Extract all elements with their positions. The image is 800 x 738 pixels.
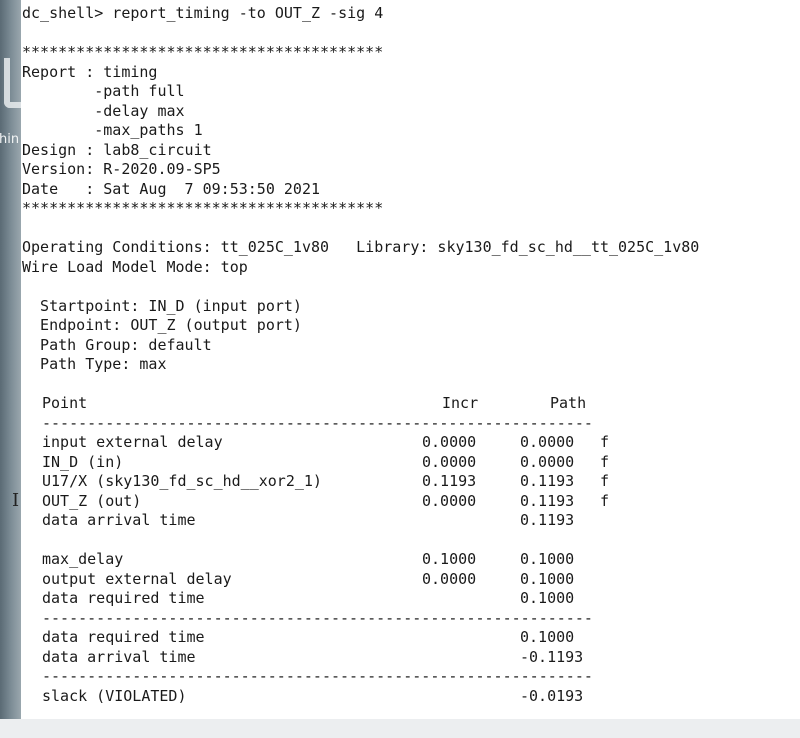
report-header-line: Report : timing (22, 62, 158, 81)
table-row: input external delay 0.0000 0.0000 f (22, 433, 782, 453)
path-info-line: Path Type: max (22, 355, 167, 373)
table-cell-point: OUT_Z (out) (42, 491, 142, 510)
table-cell-incr: 0.1000 (422, 550, 477, 568)
header-path: Path (550, 394, 587, 412)
table-cell-point: input external delay (42, 433, 223, 451)
table-separator: ----------------------------------------… (42, 413, 593, 432)
report-border-top: **************************************** (22, 43, 384, 61)
table-cell-incr: 0.0000 (422, 491, 477, 510)
table-cell-incr: 0.0000 (422, 433, 477, 451)
table-cell-path: 0.1193 (520, 472, 575, 490)
table-cell-point: data arrival time (42, 647, 196, 666)
table-cell-path: 0.1193 (520, 491, 575, 510)
table-cell-path: 0.1000 (520, 569, 575, 588)
table-cell-point: data required time (42, 628, 205, 646)
table-cell-point: max_delay (42, 550, 124, 568)
table-header: Point Incr Path (22, 394, 782, 414)
table-cell-path: -0.1193 (520, 647, 584, 666)
table-cell-point: data arrival time (42, 511, 196, 529)
table-row: OUT_Z (out) 0.0000 0.1193 f (22, 492, 782, 512)
table-cell-path: 0.0000 (520, 452, 575, 471)
table-cell-point: data required time (42, 589, 205, 607)
table-cell-flag: f (600, 433, 610, 451)
table-cell-flag: f (600, 472, 610, 490)
table-row: U17/X (sky130_fd_sc_hd__xor2_1) 0.1193 0.1… (22, 472, 782, 492)
table-cell-flag: f (600, 491, 610, 510)
table-cell-path: 0.1000 (520, 589, 575, 607)
path-info-line: Endpoint: OUT_Z (output port) (22, 316, 302, 334)
slack-row: slack (VIOLATED) -0.0193 (22, 687, 782, 707)
report-header-line: -max_paths 1 (22, 121, 203, 139)
table-row: data arrival time 0.1193 (22, 511, 782, 531)
terminal-bottom-edge (0, 719, 800, 738)
table-row: max_delay 0.1000 0.1000 (22, 550, 782, 570)
desktop-label-fragment: hin (0, 132, 20, 147)
terminal-window[interactable]: dc_shell> report_timing -to OUT_Z -sig 4… (22, 4, 800, 718)
table-row: data required time 0.1000 (22, 589, 782, 609)
table-cell-path: -0.0193 (520, 686, 584, 705)
table-row: IN_D (in) 0.0000 0.0000 f (22, 453, 782, 473)
table-cell-incr: 0.0000 (422, 569, 477, 588)
table-cell-point: U17/X (sky130_fd_sc_hd__xor2_1) (42, 472, 322, 490)
table-row: data arrival time -0.1193 (22, 648, 782, 668)
table-cell-incr: 0.0000 (422, 452, 477, 471)
table-separator: ----------------------------------------… (42, 608, 593, 627)
path-info-line: Path Group: default (22, 335, 212, 354)
table-row: data required time 0.1000 (22, 628, 782, 648)
table-cell-path: 0.1000 (520, 628, 575, 646)
desktop-icon-fragment (4, 58, 21, 108)
background-desktop-strip: hin (0, 0, 21, 738)
report-header-line: Design : lab8_circuit (22, 140, 212, 159)
operating-conditions-line: Operating Conditions: tt_025C_1v80 Libra… (22, 238, 700, 256)
table-cell-point: IN_D (in) (42, 452, 124, 471)
table-cell-flag: f (600, 452, 610, 471)
command-line: dc_shell> report_timing -to OUT_Z -sig 4 (22, 4, 384, 22)
text-cursor-icon: I (12, 490, 20, 511)
report-header-line: -delay max (22, 101, 185, 120)
report-border-bottom: **************************************** (22, 199, 384, 217)
table-cell-path: 0.1000 (520, 550, 575, 568)
table-cell-path: 0.1193 (520, 511, 575, 529)
report-header-line: Version: R-2020.09-SP5 (22, 160, 221, 178)
header-point: Point (42, 394, 88, 412)
table-row: output external delay 0.0000 0.1000 (22, 570, 782, 590)
table-separator: ----------------------------------------… (42, 667, 593, 685)
wire-load-line: Wire Load Model Mode: top (22, 257, 248, 276)
report-header-line: -path full (22, 82, 185, 100)
table-cell-point: output external delay (42, 569, 232, 588)
table-cell-point: slack (VIOLATED) (42, 686, 187, 705)
path-info-line: Startpoint: IN_D (input port) (22, 296, 302, 315)
table-cell-incr: 0.1193 (422, 472, 477, 490)
table-cell-path: 0.0000 (520, 433, 575, 451)
header-incr: Incr (442, 394, 479, 412)
report-header-line: Date : Sat Aug 7 09:53:50 2021 (22, 179, 321, 198)
